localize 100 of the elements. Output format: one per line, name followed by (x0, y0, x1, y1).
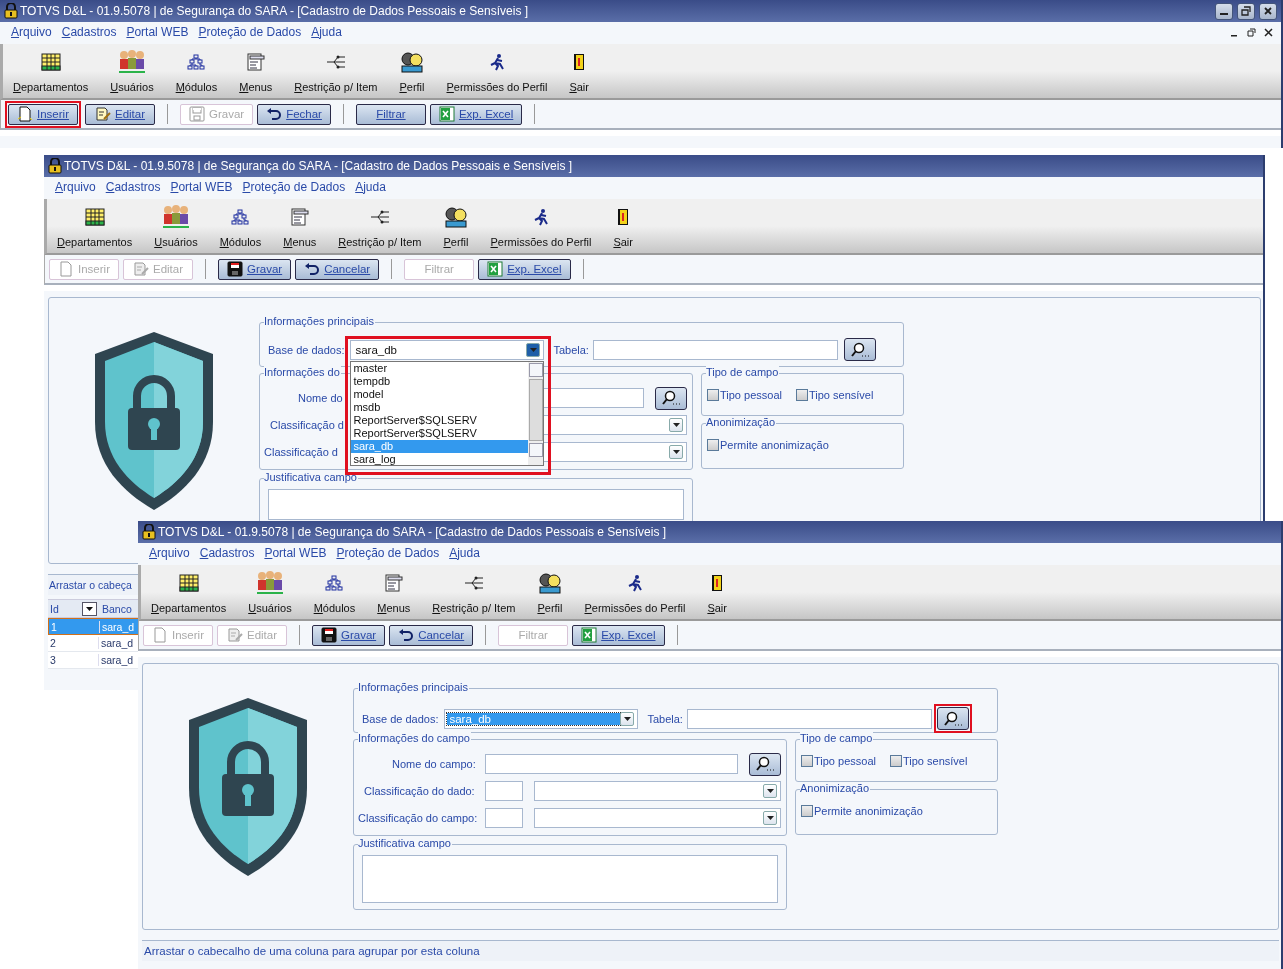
toolbar-button[interactable]: Perfil (535, 565, 565, 619)
menu-item[interactable]: Cadastros (199, 546, 255, 560)
search-button[interactable] (843, 338, 876, 361)
table-row[interactable]: 2 sara_d (48, 635, 140, 652)
action-button[interactable]: Fechar (257, 103, 331, 125)
edit-icon (132, 261, 149, 277)
toolbar-button[interactable]: Usuários (152, 199, 200, 253)
menu-item[interactable]: Ajuda (311, 25, 342, 39)
runner-icon (626, 574, 643, 592)
input-field[interactable] (592, 339, 838, 360)
dropdown-field[interactable]: sara_db (350, 339, 545, 360)
action-button[interactable]: Inserir (8, 103, 78, 125)
toolbar-button[interactable]: Permissões do Perfil (444, 44, 550, 98)
action-button[interactable]: Editar (85, 103, 155, 125)
toolbar-button[interactable]: Menus (375, 565, 413, 619)
restore-button[interactable] (1237, 2, 1255, 20)
action-button[interactable]: Cancelar (295, 258, 380, 280)
checkbox[interactable] (795, 389, 808, 401)
toolbar-button[interactable]: Usuários (246, 565, 294, 619)
menu-item[interactable]: Portal WEB (126, 25, 189, 39)
toolbar-button[interactable]: Módulos (217, 199, 264, 253)
group-title: Anonimização (800, 782, 871, 794)
menu-item[interactable]: Cadastros (105, 180, 161, 194)
toolbar-button[interactable]: Permissões do Perfil (488, 199, 594, 253)
menu-item[interactable]: Arquivo (11, 25, 52, 39)
toolbar-button[interactable]: Menus (237, 44, 275, 98)
checkbox[interactable] (707, 389, 719, 401)
menu-item[interactable]: Ajuda (449, 546, 480, 560)
action-button[interactable]: Gravar (312, 624, 386, 646)
dropdown-option[interactable]: msdb (351, 400, 529, 414)
table-row[interactable]: 3 sara_d (48, 652, 140, 669)
save-icon (227, 261, 243, 277)
menu-item[interactable]: Portal WEB (264, 546, 327, 560)
menu-item[interactable]: Arquivo (55, 180, 96, 194)
caret-icon (669, 445, 683, 459)
search-icon (754, 756, 776, 772)
restore-icon[interactable] (1247, 27, 1256, 37)
dropdown-option[interactable]: sara_log (351, 452, 529, 466)
edit-icon (226, 627, 243, 643)
input-field[interactable] (485, 754, 738, 774)
toolbar-button[interactable]: Restrição p/ Item (430, 565, 518, 619)
group-title: Justificativa campo (264, 471, 358, 483)
toolbar-button[interactable]: Departamentos (149, 565, 229, 619)
action-button[interactable]: Cancelar (389, 624, 474, 646)
checkbox-label: Permite anonimização (814, 805, 923, 817)
search-button[interactable] (655, 386, 687, 410)
toolbar-button[interactable]: Módulos (311, 565, 358, 619)
checkbox[interactable] (707, 439, 719, 451)
group-title: Justificativa campo (358, 837, 452, 849)
checkbox[interactable] (801, 755, 813, 767)
input-field[interactable] (485, 808, 523, 828)
dropdown-field[interactable] (534, 808, 781, 828)
menu-item[interactable]: Portal WEB (170, 180, 233, 194)
toolbar-button[interactable]: Sair (567, 44, 591, 98)
input-field[interactable] (485, 781, 523, 801)
scrollbar[interactable] (528, 361, 544, 465)
toolbar-button[interactable]: Restrição p/ Item (292, 44, 380, 98)
action-button[interactable]: Exp. Excel (429, 103, 523, 125)
toolbar-button[interactable]: Restrição p/ Item (336, 199, 424, 253)
toolbar-button[interactable]: Permissões do Perfil (582, 565, 688, 619)
close-icon[interactable] (1264, 27, 1273, 37)
toolbar-button[interactable]: Sair (611, 199, 635, 253)
action-button[interactable]: Exp. Excel (478, 258, 571, 280)
dropdown-option[interactable]: master (351, 361, 529, 375)
minimize-button[interactable] (1215, 2, 1233, 20)
menu-item[interactable]: Proteção de Dados (198, 25, 302, 39)
toolbar-button[interactable]: Usuários (108, 44, 156, 98)
toolbar-button[interactable]: Módulos (173, 44, 220, 98)
column-header[interactable]: Id (48, 602, 82, 615)
toolbar-button[interactable]: Sair (705, 565, 729, 619)
caret-icon[interactable] (82, 601, 97, 616)
input-field[interactable] (686, 708, 932, 729)
menu-item[interactable]: Cadastros (61, 25, 117, 39)
column-header[interactable]: Banco (100, 602, 132, 615)
close-icon (1263, 6, 1273, 16)
table-cell-text: sara_d (101, 620, 135, 633)
dropdown-field[interactable] (534, 781, 781, 801)
dropdown-option[interactable]: ReportServer$SQLSERV (351, 413, 529, 427)
toolbar-button[interactable]: Perfil (397, 44, 427, 98)
action-button[interactable]: Exp. Excel (572, 624, 665, 646)
menu-item[interactable]: Arquivo (149, 546, 190, 560)
toolbar-button[interactable]: Menus (281, 199, 319, 253)
menu-item[interactable]: Ajuda (355, 180, 386, 194)
toolbar-button[interactable]: Departamentos (55, 199, 135, 253)
dropdown-option[interactable]: model (351, 387, 529, 401)
menu-item[interactable]: Proteção de Dados (336, 546, 440, 560)
toolbar-button[interactable]: Perfil (441, 199, 471, 253)
action-button[interactable]: Filtrar (355, 103, 426, 125)
search-button[interactable] (749, 752, 781, 776)
checkbox-label: Tipo sensível (808, 389, 874, 401)
close-button[interactable] (1259, 2, 1277, 20)
checkbox[interactable] (801, 805, 813, 817)
checkbox[interactable] (889, 755, 902, 767)
document-icon (58, 261, 74, 277)
toolbar-button[interactable]: Departamentos (11, 44, 91, 98)
dropdown-option[interactable]: tempdb (351, 374, 529, 388)
minimize-icon (1220, 13, 1228, 15)
action-button[interactable]: Gravar (218, 258, 292, 280)
dropdown-option[interactable]: ReportServer$SQLSERV (351, 426, 529, 440)
menu-item[interactable]: Proteção de Dados (242, 180, 346, 194)
